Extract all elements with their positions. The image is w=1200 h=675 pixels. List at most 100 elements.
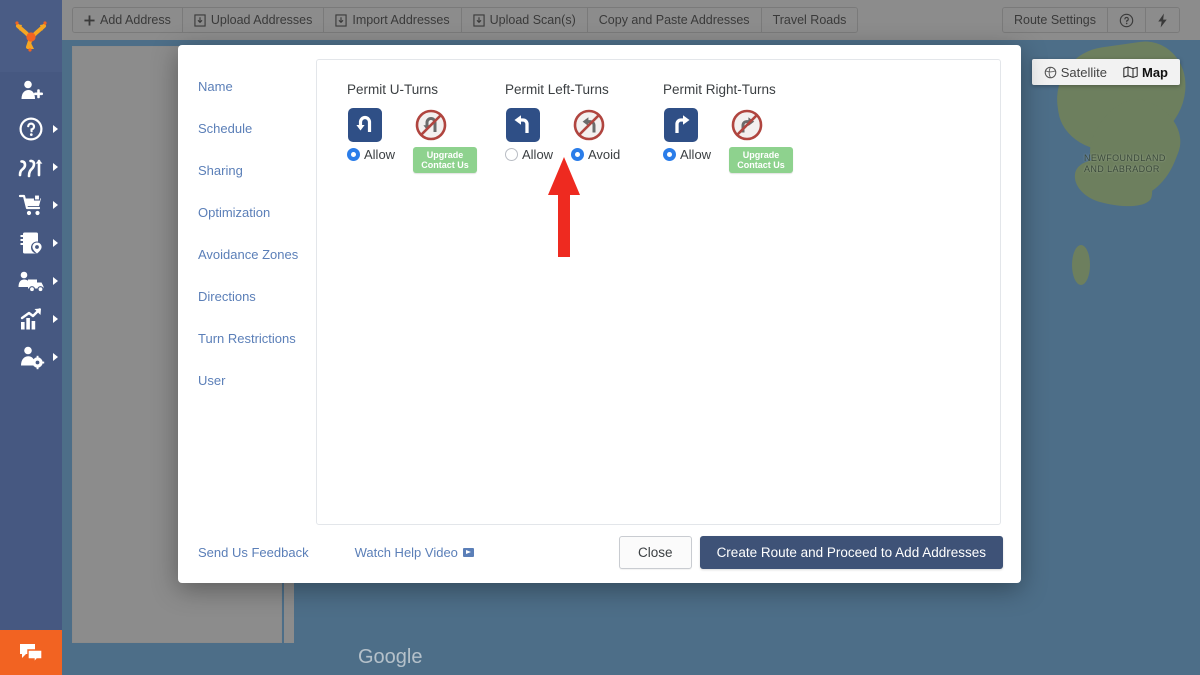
- turn-restrictions-row: Permit U-Turns Allow Upgrade Contact Us …: [347, 82, 970, 173]
- permit-u-turns-group: Permit U-Turns Allow Upgrade Contact Us: [347, 82, 505, 173]
- modal-nav-item-schedule[interactable]: Schedule: [198, 115, 316, 143]
- modal-nav-item-turn-restrictions[interactable]: Turn Restrictions: [198, 325, 316, 353]
- u-turn-upgrade-badge[interactable]: Upgrade Contact Us: [413, 147, 477, 173]
- travel-roads-button[interactable]: Travel Roads: [761, 8, 858, 32]
- modal-nav-item-user[interactable]: User: [198, 367, 316, 395]
- close-button[interactable]: Close: [619, 535, 692, 569]
- left-turn-allow-choice[interactable]: Allow: [505, 147, 553, 162]
- sidebar-item-routes[interactable]: [0, 148, 62, 186]
- right-turn-allow-label: Allow: [680, 147, 712, 162]
- import-addresses-button[interactable]: Import Addresses: [324, 8, 462, 32]
- modal-nav-item-directions[interactable]: Directions: [198, 283, 316, 311]
- chat-support-button[interactable]: [0, 630, 62, 675]
- u-turn-avoid-option[interactable]: Upgrade Contact Us: [413, 107, 477, 173]
- left-turn-avoid-option[interactable]: Avoid: [571, 107, 620, 162]
- upload-icon: [472, 13, 485, 27]
- u-turn-upgrade-badge-line1: Upgrade: [426, 150, 464, 160]
- map-type-satellite-button[interactable]: Satellite: [1036, 59, 1115, 85]
- sidebar-item-fleet[interactable]: [0, 262, 62, 300]
- watch-help-video-link[interactable]: Watch Help Video: [355, 545, 474, 560]
- shopping-cart-icon: [18, 194, 41, 216]
- u-turn-allow-icon: [347, 107, 383, 143]
- route-settings-button[interactable]: Route Settings: [1003, 8, 1108, 32]
- modal-nav-item-avoidance-zones[interactable]: Avoidance Zones: [198, 241, 316, 269]
- google-attribution: Google: [358, 646, 423, 668]
- upload-addresses-button[interactable]: Upload Addresses: [182, 8, 325, 32]
- sidebar-item-add-customer[interactable]: [0, 72, 62, 110]
- map-type-map-label: Map: [1142, 64, 1168, 80]
- modal-nav-item-optimization[interactable]: Optimization: [198, 199, 316, 227]
- modal-footer: Send Us Feedback Watch Help Video Close …: [178, 521, 1021, 583]
- right-turn-avoid-option[interactable]: Upgrade Contact Us: [729, 107, 793, 173]
- quick-actions-button[interactable]: [1146, 8, 1179, 32]
- toolbar-address-actions: Add Address Upload Addresses Import Addr…: [72, 7, 859, 33]
- modal-body: Name Schedule Sharing Optimization Avoid…: [178, 45, 1021, 525]
- u-turn-allow-choice[interactable]: Allow: [347, 147, 395, 162]
- modal-nav-item-sharing[interactable]: Sharing: [198, 157, 316, 185]
- send-feedback-label: Send Us Feedback: [198, 544, 309, 560]
- copy-paste-addresses-button[interactable]: Copy and Paste Addresses: [587, 8, 762, 32]
- upload-scans-label: Upload Scan(s): [489, 13, 576, 27]
- address-book-icon: [20, 232, 43, 254]
- help-circle-icon: [1119, 13, 1134, 27]
- permit-right-turns-group: Permit Right-Turns Allow Upgrade Contact…: [663, 82, 821, 173]
- permit-right-turns-title: Permit Right-Turns: [663, 82, 776, 97]
- u-turn-allow-radio[interactable]: [347, 148, 360, 161]
- u-turn-allow-option[interactable]: Allow: [347, 107, 395, 173]
- user-settings-icon: [20, 346, 44, 370]
- toolbar-right-actions: Route Settings: [1002, 7, 1180, 33]
- left-turn-avoid-choice[interactable]: Avoid: [571, 147, 620, 162]
- add-address-button[interactable]: Add Address: [73, 8, 183, 32]
- turn-restrictions-panel: Permit U-Turns Allow Upgrade Contact Us …: [316, 59, 1001, 525]
- chevron-right-icon: [53, 125, 58, 133]
- permit-right-turns-options: Allow Upgrade Contact Us: [663, 107, 821, 173]
- upload-addresses-label: Upload Addresses: [210, 13, 313, 27]
- right-turn-upgrade-badge[interactable]: Upgrade Contact Us: [729, 147, 793, 173]
- right-turn-allow-option[interactable]: Allow: [663, 107, 711, 173]
- right-turn-allow-choice[interactable]: Allow: [663, 147, 711, 162]
- travel-roads-label: Travel Roads: [772, 13, 847, 27]
- left-turn-allow-label: Allow: [522, 147, 554, 162]
- map-region-label-line2: AND LABRADOR: [1084, 164, 1160, 174]
- modal-main: Permit U-Turns Allow Upgrade Contact Us …: [316, 45, 1021, 525]
- sidebar-item-user-settings[interactable]: [0, 338, 62, 376]
- map-type-control[interactable]: Satellite Map: [1031, 59, 1180, 85]
- sidebar-item-help[interactable]: [0, 110, 62, 148]
- sidebar-item-orders[interactable]: [0, 186, 62, 224]
- chevron-right-icon: [53, 239, 58, 247]
- routes-icon: [18, 159, 43, 178]
- analytics-chart-icon: [20, 308, 41, 330]
- permit-left-turns-title: Permit Left-Turns: [505, 82, 609, 97]
- left-turn-allow-option[interactable]: Allow: [505, 107, 553, 162]
- create-route-button[interactable]: Create Route and Proceed to Add Addresse…: [699, 535, 1003, 569]
- chevron-right-icon: [53, 353, 58, 361]
- upload-scans-button[interactable]: Upload Scan(s): [461, 8, 588, 32]
- fleet-truck-icon: [18, 271, 44, 293]
- sidebar-item-analytics[interactable]: [0, 300, 62, 338]
- left-turn-avoid-radio[interactable]: [571, 148, 584, 161]
- chevron-right-icon: [53, 315, 58, 323]
- route4me-logo[interactable]: [0, 0, 62, 72]
- u-turn-avoid-icon: [413, 107, 449, 143]
- route-settings-label: Route Settings: [1014, 13, 1096, 27]
- chevron-right-icon: [53, 163, 58, 171]
- right-turn-allow-radio[interactable]: [663, 148, 676, 161]
- left-turn-avoid-icon: [571, 107, 607, 143]
- left-turn-allow-icon: [505, 107, 541, 143]
- left-turn-allow-radio[interactable]: [505, 148, 518, 161]
- help-button[interactable]: [1108, 8, 1146, 32]
- map-type-map-button[interactable]: Map: [1115, 59, 1176, 85]
- sidebar-item-address-book[interactable]: [0, 224, 62, 262]
- map-landmass: [1072, 245, 1090, 285]
- modal-nav-item-name[interactable]: Name: [198, 73, 316, 101]
- permit-u-turns-title: Permit U-Turns: [347, 82, 439, 97]
- help-circle-icon: [19, 117, 43, 141]
- plus-icon: [84, 14, 95, 26]
- chat-bubbles-icon: [20, 643, 43, 664]
- lightning-bolt-icon: [1158, 12, 1167, 28]
- right-turn-avoid-icon: [729, 107, 765, 143]
- permit-left-turns-options: Allow Avoid: [505, 107, 663, 162]
- route-settings-modal: Name Schedule Sharing Optimization Avoid…: [178, 45, 1021, 583]
- chevron-right-icon: [53, 277, 58, 285]
- send-feedback-link[interactable]: Send Us Feedback: [198, 545, 309, 560]
